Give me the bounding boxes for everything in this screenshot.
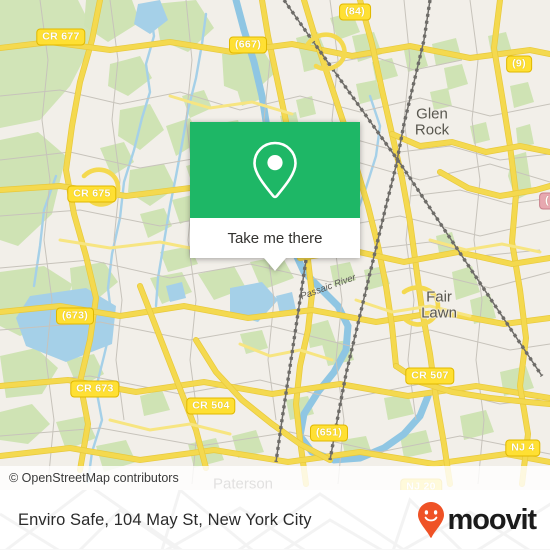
road-shield[interactable]: NJ 4 [505, 439, 541, 457]
road-shield[interactable]: ( [539, 192, 550, 210]
road-shield[interactable]: (667) [228, 36, 268, 54]
location-popup-card[interactable]: Take me there [190, 122, 360, 271]
map-pin-icon [253, 141, 297, 199]
screenshot-root: .pk{fill:#cfe3b4} .wt{fill:#a5d0e8} .st{… [0, 0, 550, 550]
road-shield[interactable]: CR 677 [36, 28, 86, 46]
road-shield[interactable]: (651) [309, 424, 349, 442]
popup-header [190, 122, 360, 218]
road-shield[interactable]: CR 504 [186, 397, 236, 415]
popup-tail [264, 258, 286, 271]
place-label: Glen Rock [414, 105, 450, 138]
road-shield[interactable]: (84) [339, 3, 371, 21]
road-shield[interactable]: CR 673 [70, 380, 120, 398]
moovit-pin-icon [417, 502, 444, 538]
road-shield[interactable]: (9) [506, 55, 532, 73]
footer-bar: Enviro Safe, 104 May St, New York City m… [0, 490, 550, 550]
osm-attribution[interactable]: © OpenStreetMap contributors [0, 466, 550, 490]
location-title: Enviro Safe, 104 May St, New York City [18, 490, 312, 550]
place-label: Fair Lawn [421, 288, 457, 321]
take-me-there-button[interactable]: Take me there [190, 218, 360, 258]
moovit-logo[interactable]: moovit [416, 490, 538, 550]
take-me-there-label: Take me there [227, 229, 323, 247]
moovit-wordmark: moovit [447, 503, 538, 536]
road-shield[interactable]: (673) [55, 307, 95, 325]
road-shield[interactable]: CR 675 [67, 185, 117, 203]
road-shield[interactable]: CR 507 [405, 367, 455, 385]
location-title-text: Enviro Safe, 104 May St, New York City [18, 510, 312, 529]
